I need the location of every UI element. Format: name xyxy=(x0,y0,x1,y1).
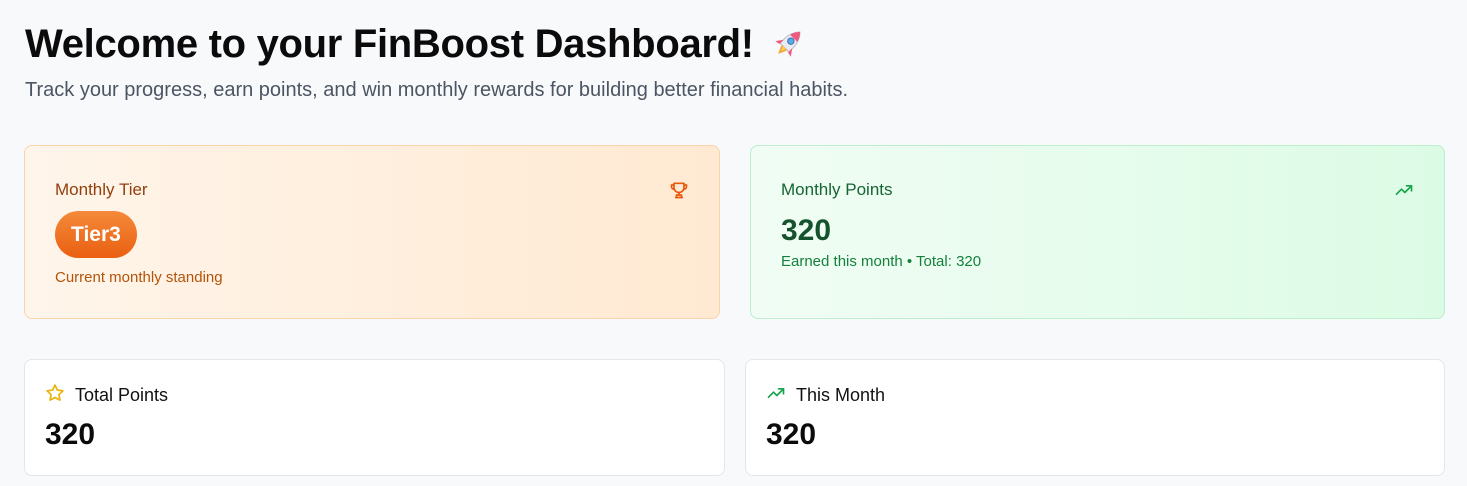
this-month-value: 320 xyxy=(766,418,817,451)
monthly-points-label: Monthly Points xyxy=(781,180,893,199)
page-subtitle: Track your progress, earn points, and wi… xyxy=(25,79,848,101)
this-month-label: This Month xyxy=(796,385,886,405)
trending-up-icon xyxy=(1394,180,1414,200)
rocket-icon xyxy=(768,24,808,64)
page-header: Welcome to your FinBoost Dashboard! Trac… xyxy=(25,20,848,102)
monthly-points-card: Monthly Points 320 Earned this month • T… xyxy=(750,145,1445,319)
page-title-text: Welcome to your FinBoost Dashboard! xyxy=(25,22,754,66)
this-month-card: This Month 320 xyxy=(745,359,1445,476)
tier-badge: Tier3 xyxy=(55,211,137,258)
trophy-icon xyxy=(669,180,689,200)
total-points-header: Total Points xyxy=(45,383,168,408)
star-icon xyxy=(45,383,65,408)
trending-up-icon xyxy=(766,383,786,408)
total-points-value: 320 xyxy=(45,418,96,451)
monthly-tier-label: Monthly Tier xyxy=(55,180,148,199)
monthly-points-caption: Earned this month • Total: 320 xyxy=(781,253,982,270)
monthly-tier-card: Monthly Tier Tier3 Current monthly stand… xyxy=(24,145,720,319)
tier-caption: Current monthly standing xyxy=(55,269,223,286)
dashboard-page: Welcome to your FinBoost Dashboard! Trac… xyxy=(0,0,1467,486)
page-title: Welcome to your FinBoost Dashboard! xyxy=(25,20,848,68)
monthly-points-value: 320 xyxy=(781,214,832,247)
total-points-label: Total Points xyxy=(75,385,169,405)
this-month-header: This Month xyxy=(766,383,885,408)
total-points-card: Total Points 320 xyxy=(24,359,725,476)
